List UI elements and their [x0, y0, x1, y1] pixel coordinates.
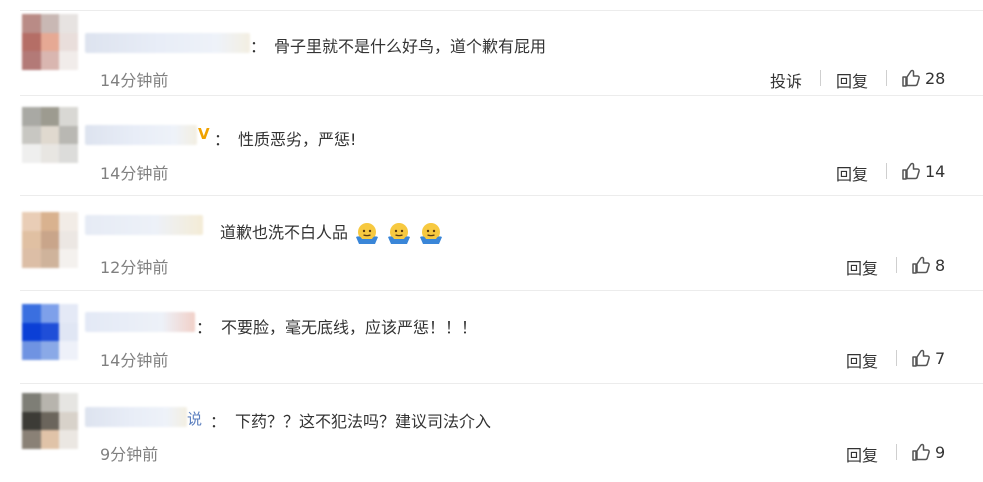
comment-text: 道歉也洗不白人品 [220, 219, 444, 247]
like-button[interactable]: 7 [911, 348, 945, 368]
like-count: 14 [925, 161, 946, 181]
colon: ： [214, 130, 231, 149]
like-count: 9 [935, 442, 946, 462]
like-button[interactable]: 14 [901, 161, 945, 181]
comment-text: 不要脸，毫无底线，应该严惩！！！ [221, 318, 478, 337]
comment-item: V ： 性质恶劣，严惩! 14分钟前 回复 14 [0, 95, 983, 195]
thumbs-up-icon [902, 162, 920, 180]
comment-time: 14分钟前 [100, 164, 169, 183]
divider [886, 163, 887, 179]
thumbs-up-icon [912, 349, 930, 367]
like-button[interactable]: 8 [911, 255, 945, 275]
separator [20, 290, 983, 291]
shrug-emoji-icon [388, 222, 411, 244]
divider [886, 70, 887, 86]
shrug-emoji-icon [356, 222, 379, 244]
separator [20, 195, 983, 196]
reply-button[interactable]: 回复 [836, 68, 868, 92]
colon: ： [210, 412, 227, 431]
comment-time: 14分钟前 [100, 71, 169, 90]
comment-text: 下药？？这不犯法吗？建议司法介入 [235, 412, 492, 431]
username-blurred[interactable] [85, 33, 250, 53]
comment-item: ： 不要脸，毫无底线，应该严惩！！！ 14分钟前 回复 7 [0, 290, 983, 385]
like-button[interactable]: 28 [901, 68, 945, 88]
comment-text-content: 道歉也洗不白人品 [220, 223, 349, 242]
reply-button[interactable]: 回复 [846, 442, 878, 466]
avatar[interactable] [22, 304, 78, 360]
divider [896, 350, 897, 366]
reply-button[interactable]: 回复 [846, 348, 878, 372]
username-blurred[interactable] [85, 407, 187, 427]
report-button[interactable]: 投诉 [770, 68, 802, 92]
username-tail[interactable]: 说 [187, 408, 202, 429]
colon: ： [196, 318, 213, 337]
username-blurred[interactable] [85, 215, 203, 235]
verified-badge: V [198, 125, 210, 143]
reply-button[interactable]: 回复 [846, 255, 878, 279]
comment-time: 14分钟前 [100, 351, 169, 370]
separator [20, 10, 983, 11]
thumbs-up-icon [902, 69, 920, 87]
like-count: 7 [935, 348, 946, 368]
divider [820, 70, 821, 86]
comment-item: 道歉也洗不白人品 12分钟前 回复 8 [0, 195, 983, 290]
shrug-emoji-icon [420, 222, 443, 244]
comment-item: 说 ： 下药？？这不犯法吗？建议司法介入 9分钟前 回复 9 [0, 383, 983, 482]
username-blurred[interactable] [85, 125, 197, 145]
comment-time: 9分钟前 [100, 445, 159, 464]
like-count: 8 [935, 255, 946, 275]
thumbs-up-icon [912, 256, 930, 274]
comment-item: ： 骨子里就不是什么好鸟，道个歉有屁用 14分钟前 投诉 回复 28 [0, 0, 983, 100]
avatar[interactable] [22, 393, 78, 449]
comment-text: 性质恶劣，严惩! [238, 130, 357, 149]
like-count: 28 [925, 68, 946, 88]
divider [896, 444, 897, 460]
divider [896, 257, 897, 273]
separator [20, 95, 983, 96]
username-blurred[interactable] [85, 312, 195, 332]
like-button[interactable]: 9 [911, 442, 945, 462]
thumbs-up-icon [912, 443, 930, 461]
avatar[interactable] [22, 107, 78, 163]
avatar[interactable] [22, 212, 78, 268]
comment-time: 12分钟前 [100, 258, 169, 277]
reply-button[interactable]: 回复 [836, 161, 868, 185]
avatar[interactable] [22, 14, 78, 70]
colon: ： [250, 37, 267, 56]
comment-text: 骨子里就不是什么好鸟，道个歉有屁用 [274, 37, 547, 56]
separator [20, 383, 983, 384]
